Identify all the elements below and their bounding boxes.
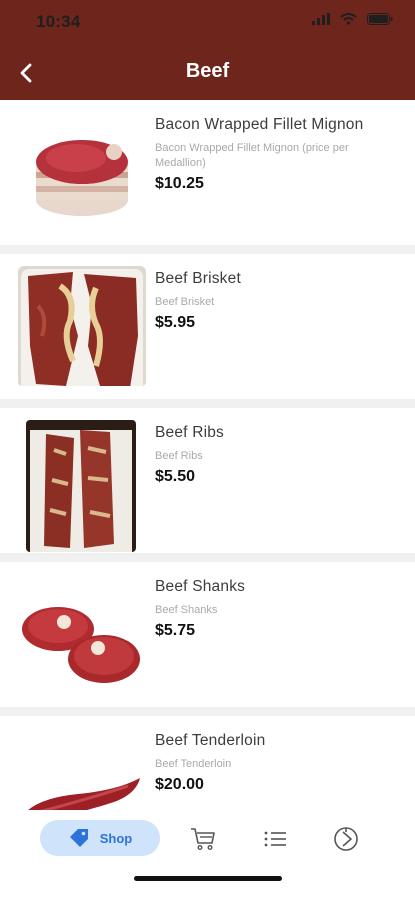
tab-cart[interactable] (190, 826, 216, 852)
product-item[interactable]: Bacon Wrapped Fillet Mignon Bacon Wrappe… (0, 100, 415, 245)
product-image (26, 420, 136, 552)
divider (0, 245, 415, 254)
product-description: Beef Tenderloin (155, 758, 232, 770)
product-price: $5.50 (155, 468, 196, 485)
product-image (18, 112, 146, 232)
product-price: $5.75 (155, 622, 196, 639)
product-item[interactable]: Beef Ribs Beef Ribs $5.50 (0, 408, 415, 553)
tag-icon (69, 829, 88, 847)
battery-icon (367, 13, 393, 25)
divider (0, 553, 415, 562)
product-image (18, 574, 146, 694)
tab-settings[interactable] (333, 826, 359, 852)
product-image (18, 266, 146, 386)
product-name: Beef Brisket (155, 270, 241, 287)
settings-icon (334, 827, 358, 851)
divider (0, 707, 415, 716)
product-list[interactable]: Bacon Wrapped Fillet Mignon Bacon Wrappe… (0, 100, 415, 810)
tab-shop-label: Shop (99, 830, 133, 846)
status-icons (312, 13, 393, 25)
product-name: Beef Ribs (155, 424, 224, 441)
app-header: 10:34 Beef (0, 0, 415, 100)
list-icon (264, 831, 286, 847)
product-item[interactable]: Beef Tenderloin Beef Tenderloin $20.00 (0, 716, 415, 810)
cart-icon (191, 828, 215, 851)
product-name: Beef Shanks (155, 578, 246, 595)
product-description: Beef Ribs (155, 450, 203, 462)
product-description: Beef Brisket (155, 296, 215, 308)
signal-icon (312, 13, 330, 25)
wifi-icon (340, 13, 357, 25)
product-price: $10.25 (155, 175, 204, 192)
status-time: 10:34 (36, 12, 81, 31)
divider (0, 399, 415, 408)
product-name: Beef Tenderloin (155, 732, 266, 749)
product-price: $20.00 (155, 776, 204, 793)
product-item[interactable]: Beef Brisket Beef Brisket $5.95 (0, 254, 415, 399)
tab-list[interactable] (262, 826, 288, 852)
product-item[interactable]: Beef Shanks Beef Shanks $5.75 (0, 562, 415, 707)
product-description: Bacon Wrapped Fillet Mignon (price per M… (155, 142, 349, 169)
page-title: Beef (185, 60, 230, 82)
home-indicator (134, 876, 282, 881)
tab-shop[interactable]: Shop (40, 820, 160, 856)
product-price: $5.95 (155, 314, 196, 331)
product-image (18, 728, 146, 810)
product-name: Bacon Wrapped Fillet Mignon (155, 116, 364, 133)
product-description: Beef Shanks (155, 604, 218, 616)
tab-bar: Shop (0, 810, 415, 900)
